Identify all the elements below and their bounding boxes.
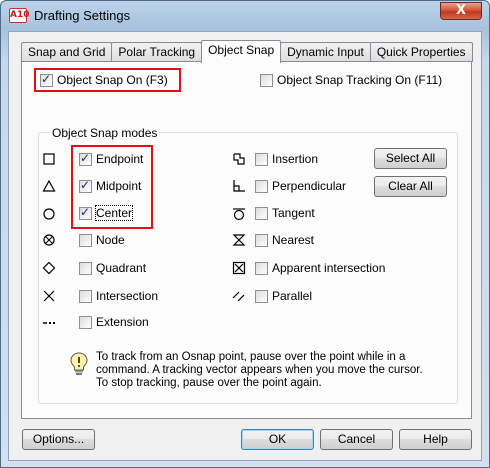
perpendicular-checkbox[interactable] xyxy=(255,179,268,193)
dialog-client-area: Snap and Grid Polar Tracking Object Snap… xyxy=(8,31,482,461)
extension-label: Extension xyxy=(96,315,149,329)
parallel-icon xyxy=(232,291,245,302)
tab-strip: Snap and Grid Polar Tracking Object Snap… xyxy=(21,40,473,63)
node-checkbox[interactable] xyxy=(79,233,92,247)
ok-button[interactable]: OK xyxy=(241,429,314,450)
snap-mode-node[interactable]: Node xyxy=(79,233,125,247)
window-title: Drafting Settings xyxy=(34,8,131,23)
object-snap-on-option[interactable]: Object Snap On (F3) xyxy=(40,72,168,87)
tracking-info-text: To track from an Osnap point, pause over… xyxy=(96,351,436,390)
cancel-button[interactable]: Cancel xyxy=(320,429,393,450)
snap-mode-parallel[interactable]: Parallel xyxy=(255,289,312,303)
nearest-checkbox[interactable] xyxy=(255,233,268,247)
title-bar[interactable]: A10 Drafting Settings X xyxy=(1,1,489,31)
node-icon xyxy=(43,234,55,246)
apparent-intersection-label: Apparent intersection xyxy=(272,261,386,275)
clear-all-button[interactable]: Clear All xyxy=(374,176,447,197)
autocad-app-icon: A10 xyxy=(9,8,30,23)
tab-dynamic-input[interactable]: Dynamic Input xyxy=(280,42,371,62)
extension-dash-icon xyxy=(43,322,55,324)
snap-mode-endpoint[interactable]: Endpoint xyxy=(79,151,144,166)
snap-mode-quadrant[interactable]: Quadrant xyxy=(79,261,146,275)
quadrant-checkbox[interactable] xyxy=(79,261,92,275)
close-button[interactable]: X xyxy=(440,2,482,20)
snap-mode-midpoint[interactable]: Midpoint xyxy=(79,178,142,193)
quadrant-diamond-icon xyxy=(42,261,56,275)
perpendicular-icon xyxy=(233,180,245,192)
insertion-checkbox[interactable] xyxy=(255,152,268,166)
nearest-hourglass-icon xyxy=(232,234,246,246)
object-snap-panel: Object Snap On (F3) Object Snap Tracking… xyxy=(21,61,472,419)
drafting-settings-window: A10 Drafting Settings X Snap and Grid Po… xyxy=(0,0,490,468)
info-line-1: To track from an Osnap point, pause over… xyxy=(96,351,406,363)
tab-quick-properties[interactable]: Quick Properties xyxy=(369,42,473,62)
snap-mode-tangent[interactable]: Tangent xyxy=(255,206,315,220)
help-button[interactable]: Help xyxy=(399,429,472,450)
nearest-label: Nearest xyxy=(272,233,315,247)
tangent-icon xyxy=(233,208,245,221)
snap-mode-intersection[interactable]: Intersection xyxy=(79,289,158,303)
info-line-3: To stop tracking, pause over the point a… xyxy=(96,377,322,389)
tangent-checkbox[interactable] xyxy=(255,206,268,220)
object-snap-tracking-label: Object Snap Tracking On (F11) xyxy=(277,73,443,87)
tab-snap-and-grid[interactable]: Snap and Grid xyxy=(21,42,113,62)
tab-polar-tracking[interactable]: Polar Tracking xyxy=(111,42,203,62)
tab-object-snap[interactable]: Object Snap xyxy=(201,40,282,63)
midpoint-label: Midpoint xyxy=(96,179,142,193)
info-line-2: command. A tracking vector appears when … xyxy=(96,364,423,376)
extension-checkbox[interactable] xyxy=(79,315,92,329)
tangent-label: Tangent xyxy=(272,206,315,220)
midpoint-checkbox[interactable] xyxy=(79,178,92,193)
apparent-intersection-checkbox[interactable] xyxy=(255,261,268,275)
perpendicular-label: Perpendicular xyxy=(272,179,347,193)
object-snap-tracking-checkbox[interactable] xyxy=(260,73,273,87)
intersection-x-icon xyxy=(43,290,55,302)
object-snap-on-checkbox[interactable] xyxy=(40,72,53,87)
quadrant-label: Quadrant xyxy=(96,261,147,275)
snap-mode-center[interactable]: Center xyxy=(79,205,134,221)
center-checkbox[interactable] xyxy=(79,205,92,220)
insertion-label: Insertion xyxy=(272,152,319,166)
apparent-intersection-icon xyxy=(232,261,246,275)
midpoint-triangle-icon xyxy=(42,179,56,192)
intersection-label: Intersection xyxy=(96,289,159,303)
snap-mode-perpendicular[interactable]: Perpendicular xyxy=(255,179,346,193)
snap-mode-extension[interactable]: Extension xyxy=(79,315,149,329)
center-circle-icon xyxy=(43,208,55,220)
snap-mode-nearest[interactable]: Nearest xyxy=(255,233,314,247)
snap-mode-apparent-intersection[interactable]: Apparent intersection xyxy=(255,261,385,275)
object-snap-tracking-option[interactable]: Object Snap Tracking On (F11) xyxy=(260,73,442,87)
center-label: Center xyxy=(94,205,134,221)
parallel-label: Parallel xyxy=(272,289,313,303)
endpoint-square-icon xyxy=(43,153,55,165)
intersection-checkbox[interactable] xyxy=(79,289,92,303)
endpoint-checkbox[interactable] xyxy=(79,151,92,166)
snap-mode-insertion[interactable]: Insertion xyxy=(255,152,318,166)
object-snap-on-label: Object Snap On (F3) xyxy=(57,73,168,87)
options-button[interactable]: Options... xyxy=(22,429,95,450)
endpoint-label: Endpoint xyxy=(96,152,144,166)
object-snap-modes-label: Object Snap modes xyxy=(50,126,160,140)
select-all-button[interactable]: Select All xyxy=(374,148,447,169)
node-label: Node xyxy=(96,233,125,247)
lightbulb-icon xyxy=(70,352,88,375)
insertion-icon xyxy=(233,153,245,165)
parallel-checkbox[interactable] xyxy=(255,289,268,303)
